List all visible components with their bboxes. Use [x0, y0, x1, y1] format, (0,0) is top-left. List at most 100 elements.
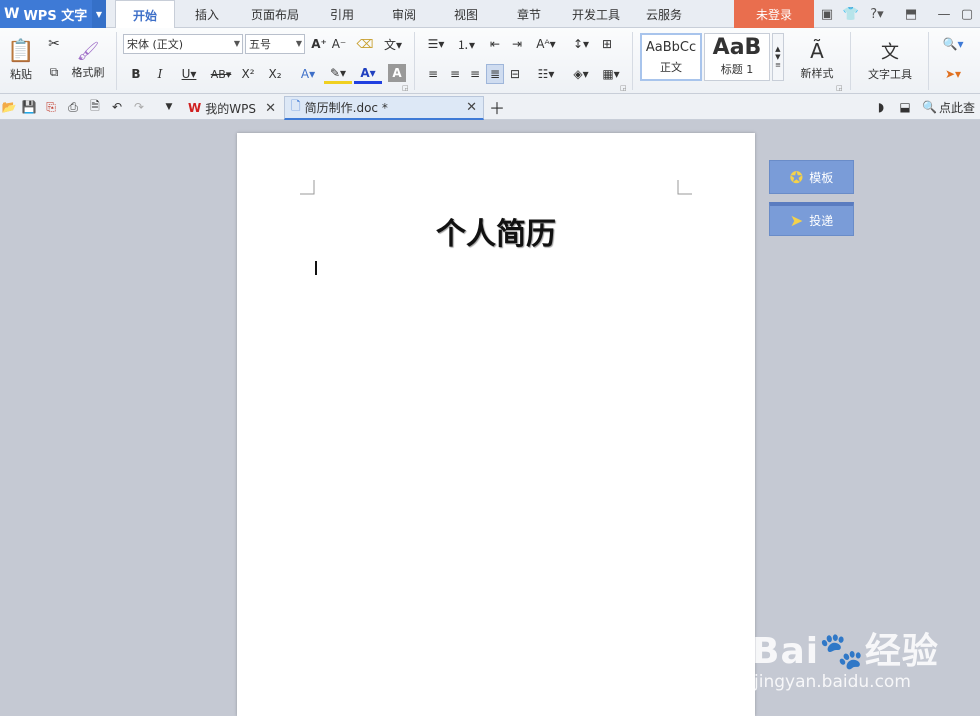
- tab-review[interactable]: 审阅: [375, 0, 433, 28]
- paragraph-dialog-launcher-icon[interactable]: ◲: [620, 84, 627, 92]
- increase-indent-icon[interactable]: ⇥: [508, 34, 526, 54]
- tab-home[interactable]: 开始: [115, 0, 175, 29]
- tab-references[interactable]: 引用: [314, 0, 370, 28]
- style-name: 标题 1: [720, 63, 754, 76]
- margin-corner-marker: [677, 180, 692, 195]
- format-painter-button[interactable]: 🖌 格式刷: [68, 34, 108, 86]
- document-tab-bar: 📂 💾 ⎘ ⎙ 🗎 ↶ ↷ ▼ W 我的WPS ✕ 🗋 简历制作.doc * ✕…: [0, 94, 980, 120]
- justify-icon[interactable]: ≣: [486, 64, 504, 84]
- undo-icon[interactable]: ↶: [108, 98, 126, 116]
- text-effect-icon[interactable]: A▾: [294, 64, 322, 84]
- font-name-select[interactable]: 宋体 (正文) ▼: [123, 34, 243, 54]
- subscript-icon[interactable]: X₂: [264, 64, 286, 84]
- cut-icon[interactable]: ✂: [44, 34, 64, 54]
- distribute-icon[interactable]: ⊟: [506, 64, 524, 84]
- print-icon[interactable]: ⎙: [64, 98, 82, 116]
- minimize-icon[interactable]: —: [936, 4, 952, 24]
- tab-insert[interactable]: 插入: [178, 0, 236, 28]
- change-case-icon[interactable]: Aᴬ▾: [532, 34, 560, 54]
- login-button[interactable]: 未登录: [734, 0, 814, 28]
- select-icon[interactable]: ➤▾: [936, 64, 970, 84]
- text-tools-button[interactable]: 文 文字工具: [858, 34, 922, 86]
- style-normal[interactable]: AaBbCc 正文: [640, 33, 702, 81]
- search-label: 点此查: [938, 100, 975, 115]
- new-tab-icon[interactable]: ＋: [488, 98, 506, 118]
- bold-icon[interactable]: B: [128, 64, 144, 84]
- search-box[interactable]: 🔍 点此查: [922, 98, 975, 116]
- style-preview: AaBbCc: [645, 39, 697, 55]
- close-icon[interactable]: ✕: [265, 101, 276, 116]
- sort-icon[interactable]: ↕▾: [568, 34, 594, 54]
- superscript-icon[interactable]: X²: [238, 64, 258, 84]
- line-spacing-icon[interactable]: ☷▾: [532, 64, 560, 84]
- redo-icon[interactable]: ↷: [130, 98, 148, 116]
- style-heading-1[interactable]: AaB 标题 1: [704, 33, 770, 81]
- tab-developer[interactable]: 开发工具: [562, 0, 630, 28]
- shrink-font-icon[interactable]: A⁻: [330, 34, 348, 54]
- export-pdf-icon[interactable]: ⎘: [42, 98, 60, 116]
- borders-icon[interactable]: ▦▾: [598, 64, 624, 84]
- bullets-icon[interactable]: ☰▾: [422, 34, 450, 54]
- document-page[interactable]: 个人简历: [237, 133, 755, 716]
- char-shading-icon[interactable]: A: [388, 64, 406, 82]
- tab-section[interactable]: 章节: [500, 0, 558, 28]
- watermark-brand2-text: 经验: [864, 631, 939, 672]
- phonetic-icon[interactable]: 文▾: [380, 34, 406, 54]
- table-icon[interactable]: ⊞: [598, 34, 616, 54]
- align-right-icon[interactable]: ≡: [466, 64, 484, 84]
- watermark-brand: Bai🐾经验: [752, 622, 939, 674]
- numbering-icon[interactable]: ⒈▾: [452, 34, 480, 54]
- divider: [414, 32, 415, 90]
- styles-dialog-launcher-icon[interactable]: ◲: [836, 84, 843, 92]
- skin-icon[interactable]: 👕: [840, 4, 862, 24]
- paste-button[interactable]: 📋 粘贴: [2, 34, 40, 86]
- font-size-select[interactable]: 五号 ▼: [245, 34, 305, 54]
- restore-ribbon-icon[interactable]: ⬒: [900, 4, 922, 24]
- feedback-icon[interactable]: ⬓: [896, 98, 914, 116]
- tab-view[interactable]: 视图: [437, 0, 495, 28]
- save-icon[interactable]: 💾: [20, 98, 38, 116]
- print-preview-icon[interactable]: 🗎: [86, 98, 104, 116]
- feedback-icon[interactable]: ▣: [820, 4, 834, 24]
- open-icon[interactable]: 📂: [0, 98, 18, 116]
- font-dialog-launcher-icon[interactable]: ◲: [402, 84, 409, 92]
- help-icon[interactable]: ?▾: [866, 4, 888, 24]
- new-style-button[interactable]: Ã 新样式: [792, 34, 842, 86]
- tab-label: 我的WPS: [205, 101, 256, 116]
- style-name: 正文: [660, 60, 682, 74]
- format-painter-label: 格式刷: [71, 65, 105, 79]
- grow-font-icon[interactable]: A⁺: [310, 34, 328, 54]
- clear-format-icon[interactable]: ⌫: [356, 34, 374, 54]
- wps-logo-icon: W: [188, 101, 202, 115]
- paw-icon: 🐾: [819, 631, 865, 672]
- align-center-icon[interactable]: ≡: [446, 64, 464, 84]
- tab-label: 简历制作.doc *: [304, 101, 388, 115]
- shading-icon[interactable]: ◈▾: [566, 64, 596, 84]
- app-menu-button[interactable]: W WPS 文字 ▼: [0, 0, 106, 28]
- template-button[interactable]: ✪ 模板: [769, 160, 854, 194]
- tab-my-wps[interactable]: W 我的WPS ✕: [182, 96, 282, 120]
- doc-assistant-icon[interactable]: ◗: [872, 98, 890, 116]
- close-icon[interactable]: ✕: [466, 100, 477, 115]
- chevron-down-icon[interactable]: ▼: [92, 0, 106, 28]
- tab-cloud[interactable]: 云服务: [634, 0, 694, 28]
- font-color-icon[interactable]: A▾: [354, 64, 382, 84]
- find-replace-icon[interactable]: 🔍▾: [936, 34, 970, 54]
- tab-page-layout[interactable]: 页面布局: [240, 0, 310, 28]
- italic-icon[interactable]: I: [152, 64, 168, 84]
- strikethrough-icon[interactable]: AB▾: [206, 64, 236, 84]
- decrease-indent-icon[interactable]: ⇤: [486, 34, 504, 54]
- document-title[interactable]: 个人简历: [237, 209, 755, 253]
- chevron-down-icon[interactable]: ▼: [160, 98, 178, 116]
- text-tools-label: 文字工具: [868, 68, 912, 81]
- submit-button[interactable]: ➤ 投递: [769, 202, 854, 236]
- chevron-down-icon: ▼: [295, 39, 302, 48]
- align-left-icon[interactable]: ≡: [424, 64, 442, 84]
- underline-icon[interactable]: U▾: [176, 64, 202, 84]
- tab-resume-doc[interactable]: 🗋 简历制作.doc * ✕: [284, 96, 484, 120]
- font-name-value: 宋体 (正文): [127, 38, 184, 51]
- maximize-icon[interactable]: ▢: [958, 4, 976, 24]
- style-gallery-scroll[interactable]: ▲ ▼ ≡: [772, 33, 784, 81]
- copy-icon[interactable]: ⧉: [44, 62, 64, 82]
- highlight-icon[interactable]: ✎▾: [324, 64, 352, 84]
